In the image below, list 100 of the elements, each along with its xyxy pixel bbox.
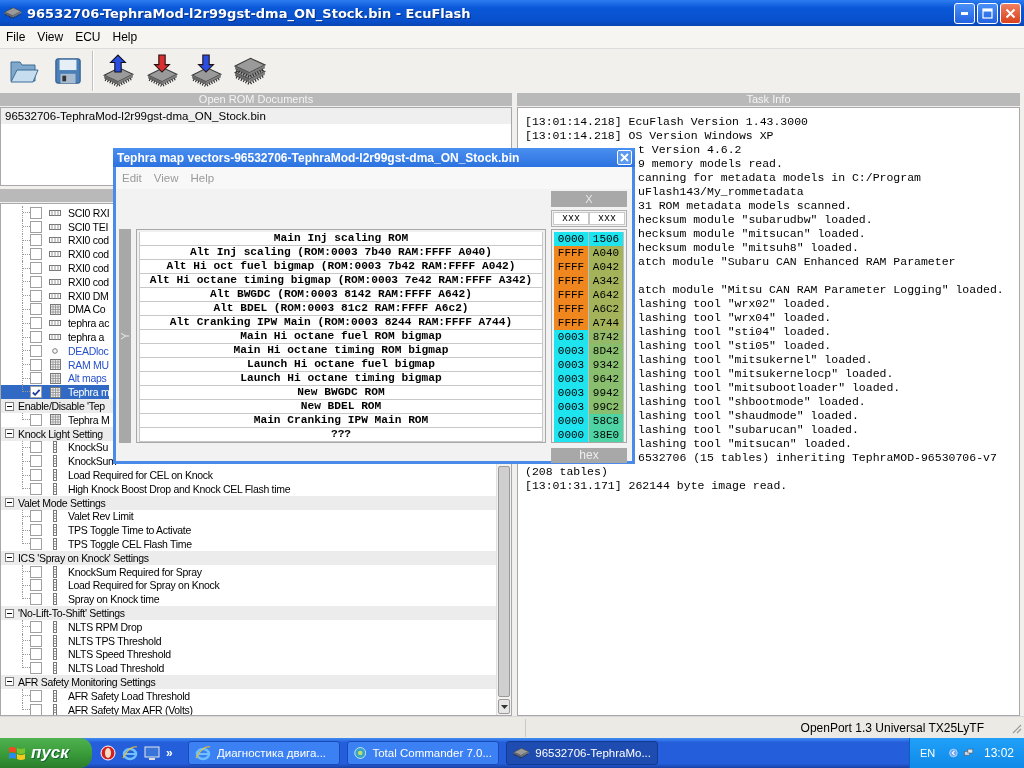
- tree-item[interactable]: Load Required for Spray on Knock: [1, 578, 220, 593]
- checkbox[interactable]: [30, 275, 42, 288]
- tree-item[interactable]: TPS Toggle CEL Flash Time: [1, 537, 192, 551]
- tree-item[interactable]: RXI0 cod: [1, 247, 109, 262]
- checkbox[interactable]: [30, 220, 42, 233]
- checkbox[interactable]: [30, 413, 42, 426]
- checkbox[interactable]: [30, 455, 42, 468]
- tree-item[interactable]: TPS Toggle Time to Activate: [1, 523, 192, 538]
- tree-item[interactable]: KnockSu: [1, 440, 108, 455]
- table-cell: xxx: [589, 212, 625, 225]
- tree-item[interactable]: NLTS TPS Threshold: [1, 633, 162, 648]
- tree-item[interactable]: Tephra m: [1, 385, 110, 400]
- checkbox[interactable]: [30, 234, 42, 247]
- tree-item[interactable]: NLTS Load Threshold: [1, 661, 165, 676]
- more-button[interactable]: »: [166, 746, 173, 760]
- tree-group[interactable]: Enable/Disable 'Tep: [1, 399, 109, 413]
- collapse-icon[interactable]: [5, 677, 14, 687]
- checkbox[interactable]: [30, 344, 42, 357]
- checkbox[interactable]: [30, 303, 42, 316]
- tree-item[interactable]: AFR Safety Load Threshold: [1, 688, 190, 703]
- table-cell: FFFF: [554, 274, 589, 288]
- table-cell: 38E0: [589, 428, 624, 442]
- log-line: 9 memory models read.: [638, 157, 783, 171]
- collapse-icon[interactable]: [5, 608, 14, 618]
- tree-item[interactable]: tephra ac: [1, 316, 110, 331]
- checkbox[interactable]: [30, 579, 42, 592]
- tree-item[interactable]: Spray on Knock time: [1, 592, 160, 607]
- log-line: lashing tool "mitsukernel" loaded.: [638, 353, 873, 367]
- scroll-down-button[interactable]: [498, 699, 510, 714]
- checkbox[interactable]: [30, 510, 42, 523]
- tree-item[interactable]: DMA Co: [1, 302, 106, 317]
- monitor-icon[interactable]: [144, 745, 160, 761]
- tree-item[interactable]: NLTS Speed Threshold: [1, 647, 171, 662]
- collapse-icon[interactable]: [5, 429, 14, 439]
- tree-item[interactable]: Tephra M: [1, 412, 110, 427]
- checkbox[interactable]: [30, 565, 42, 578]
- checkbox[interactable]: [30, 662, 42, 675]
- checkbox[interactable]: [30, 634, 42, 647]
- checkbox[interactable]: [30, 206, 42, 219]
- checkbox[interactable]: [30, 331, 42, 344]
- tree-item[interactable]: Load Required for CEL on Knock: [1, 468, 213, 482]
- collapse-icon[interactable]: [5, 553, 14, 563]
- tree-item[interactable]: Valet Rev Limit: [1, 509, 134, 524]
- maximize-button[interactable]: [977, 2, 998, 24]
- checkbox[interactable]: [30, 648, 42, 661]
- tree-item[interactable]: tephra a: [1, 330, 105, 344]
- checkbox[interactable]: [30, 372, 42, 385]
- checkbox[interactable]: [30, 703, 42, 715]
- tree-item[interactable]: RAM MU: [1, 357, 109, 372]
- checkbox[interactable]: [30, 469, 42, 482]
- tree-item[interactable]: High Knock Boost Drop and Knock CEL Flash time: [1, 481, 291, 496]
- tree-item[interactable]: RXI0 DM: [1, 288, 109, 303]
- tree-item[interactable]: KnockSum: [1, 454, 117, 469]
- taskbar-button[interactable]: Total Commander 7.0...: [347, 741, 499, 765]
- tree-item[interactable]: RXI0 cod: [1, 233, 109, 248]
- start-button[interactable]: пуск: [0, 738, 92, 768]
- checkbox[interactable]: [30, 248, 42, 261]
- tree-item[interactable]: SCI0 RXI: [1, 206, 110, 220]
- checkbox[interactable]: [30, 524, 42, 537]
- taskbar-button[interactable]: Диагностика двига...: [188, 741, 340, 765]
- checkbox[interactable]: [30, 620, 42, 633]
- tree-item[interactable]: DEADloc: [1, 343, 109, 358]
- scrollbar-thumb[interactable]: [498, 466, 510, 697]
- checkbox[interactable]: [30, 358, 42, 371]
- tree-item[interactable]: Alt maps: [1, 371, 107, 386]
- checkbox[interactable]: [30, 386, 42, 399]
- status-text: OpenPort 1.3 Universal TX25LyTF: [800, 720, 984, 735]
- taskbar-button[interactable]: 96532706-TephraMo...: [506, 741, 658, 765]
- checkbox[interactable]: [30, 441, 42, 454]
- tree-group[interactable]: Knock Light Setting: [1, 426, 107, 441]
- checkbox[interactable]: [30, 317, 42, 330]
- checkbox[interactable]: [30, 289, 42, 302]
- checkbox[interactable]: [30, 689, 42, 702]
- collapse-icon[interactable]: [5, 401, 14, 411]
- checkbox[interactable]: [30, 482, 42, 495]
- checkbox[interactable]: [30, 262, 42, 275]
- document-item[interactable]: 96532706-TephraMod-l2r99gst-dma_ON_Stock.bin: [1, 108, 511, 124]
- tree-item[interactable]: SCI0 TEI: [1, 219, 108, 234]
- collapse-icon[interactable]: [5, 498, 14, 508]
- table-cell: 8742: [589, 330, 624, 344]
- tree-item[interactable]: RXI0 cod: [1, 275, 109, 289]
- log-line: lashing tool "wrx02" loaded.: [638, 297, 832, 311]
- checkbox[interactable]: [30, 538, 42, 550]
- close-button[interactable]: [1000, 2, 1021, 24]
- tree-item[interactable]: AFR Safety Max AFR (Volts): [1, 702, 193, 715]
- grid-icon: [49, 303, 61, 315]
- menu-item[interactable]: View: [31, 30, 70, 44]
- tree-item[interactable]: NLTS RPM Drop: [1, 619, 143, 634]
- checkbox[interactable]: [30, 593, 42, 606]
- tree-item[interactable]: KnockSum Required for Spray: [1, 564, 202, 579]
- tree-item[interactable]: RXI0 cod: [1, 261, 109, 275]
- minimize-button[interactable]: [954, 2, 975, 24]
- table-cell: ???: [139, 428, 543, 442]
- ring-icon[interactable]: [100, 745, 116, 761]
- table-cell: New BWGDC ROM: [139, 386, 543, 400]
- menu-item[interactable]: ECU: [69, 30, 107, 44]
- menu-item[interactable]: File: [0, 30, 32, 44]
- browser-icon[interactable]: [122, 745, 138, 761]
- close-button[interactable]: [617, 150, 632, 165]
- menu-item[interactable]: Help: [106, 30, 144, 44]
